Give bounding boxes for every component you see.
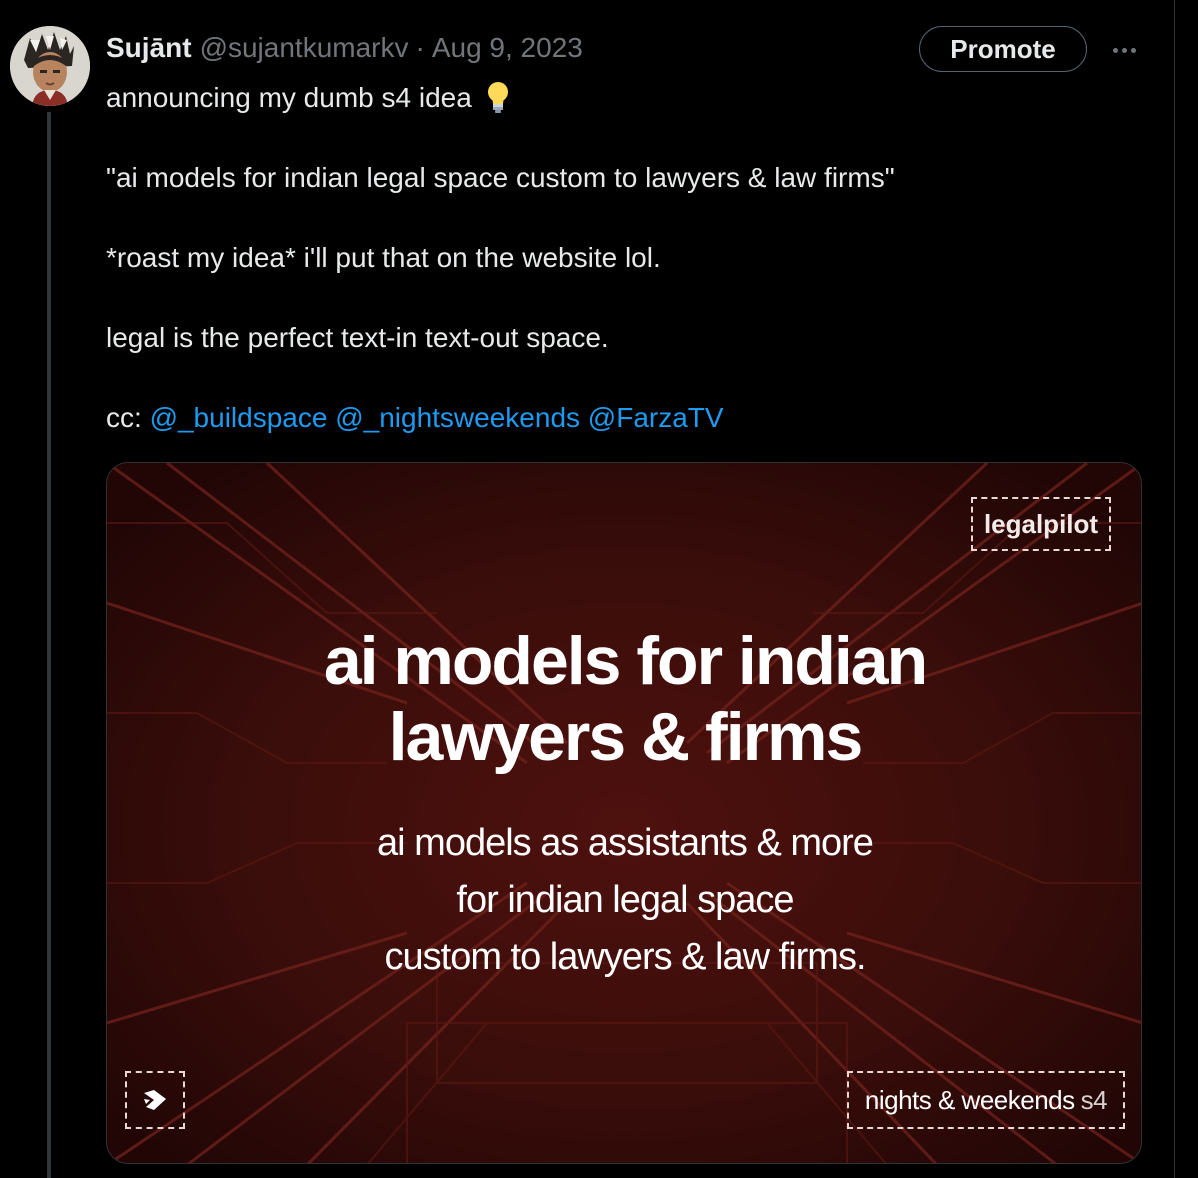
author-handle[interactable]: @sujantkumarkv	[200, 32, 409, 64]
tweet-text: announcing my dumb s4 idea "ai models fo…	[106, 78, 1156, 438]
cc-prefix: cc:	[106, 402, 142, 433]
media-headline-line-2: lawyers & firms	[388, 699, 864, 775]
nights-weekends-label: nights & weekends s4	[847, 1071, 1125, 1129]
tweet-line-1: announcing my dumb s4 idea	[106, 78, 1156, 118]
column-border	[1174, 0, 1175, 1178]
more-options-icon[interactable]	[1106, 32, 1142, 68]
tweet-cc-line: cc: @_buildspace @_nightsweekends @Farza…	[106, 398, 1156, 438]
author-name[interactable]: Sujānt	[106, 32, 192, 64]
mention-nightsweekends[interactable]: @_nightsweekends	[335, 402, 580, 433]
corridor-background-art	[107, 463, 1141, 1163]
legalpilot-brand-label: legalpilot	[971, 497, 1111, 551]
media-subheadline: ai models as assistants & more for india…	[107, 815, 1141, 986]
buildspace-logo-box	[125, 1071, 185, 1129]
more-dot	[1121, 47, 1127, 53]
media-headline-line-1: ai models for indian	[323, 623, 928, 699]
media-subheadline-line-3: custom to lawyers & law firms.	[384, 936, 867, 978]
media-headline: ai models for indian lawyers & firms	[107, 623, 1141, 775]
promote-button[interactable]: Promote	[919, 26, 1087, 72]
mention-farzatv[interactable]: @FarzaTV	[588, 402, 724, 433]
season-label: s4	[1080, 1084, 1108, 1115]
author-avatar[interactable]	[10, 26, 90, 106]
more-dot	[1112, 47, 1118, 53]
more-dot	[1130, 47, 1136, 53]
tweet-line-1-text: announcing my dumb s4 idea	[106, 82, 472, 113]
tweet-header: Sujānt @sujantkumarkv · Aug 9, 2023	[106, 28, 583, 68]
mention-buildspace[interactable]: @_buildspace	[150, 402, 328, 433]
media-subheadline-line-1: ai models as assistants & more	[377, 822, 874, 864]
tweet-media-image[interactable]: legalpilot ai models for indian lawyers …	[106, 462, 1142, 1164]
tweet-line-2: "ai models for indian legal space custom…	[106, 162, 895, 193]
buildspace-logo-icon	[144, 1090, 166, 1110]
tweet-date[interactable]: Aug 9, 2023	[432, 32, 583, 64]
lightbulb-icon	[487, 81, 508, 113]
avatar-illustration-icon	[10, 26, 90, 106]
nights-weekends-text: nights & weekends	[864, 1084, 1075, 1115]
thread-connector-line	[47, 112, 51, 1178]
tweet-line-3: *roast my idea* i'll put that on the web…	[106, 242, 661, 273]
header-separator: ·	[415, 32, 425, 63]
tweet-line-4: legal is the perfect text-in text-out sp…	[106, 322, 609, 353]
media-subheadline-line-2: for indian legal space	[456, 879, 794, 921]
